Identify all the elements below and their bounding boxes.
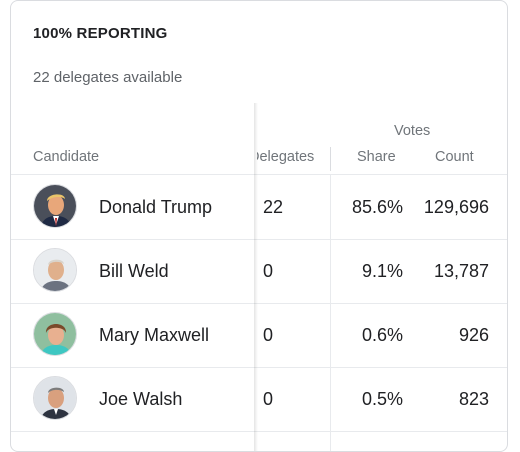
results-table[interactable]: Votes Candidate Delegates Share Count Do…: [11, 103, 507, 451]
header-divider: [330, 147, 331, 171]
count-value: 13,787: [433, 261, 489, 281]
delegates-available: 22 delegates available: [33, 69, 183, 86]
table-row[interactable]: Mary Maxwell 0 0.6% 926: [11, 303, 507, 367]
table-row[interactable]: Joe Walsh 0 0.5% 823: [11, 367, 507, 431]
share-value: 9.1%: [361, 261, 403, 281]
table-row[interactable]: Donald Trump 22 85.6% 129,696: [11, 175, 507, 239]
delegates-column-label: Delegates: [257, 149, 315, 165]
share-column-header[interactable]: Share: [357, 149, 396, 165]
candidate-photo-avatar: [33, 376, 77, 420]
count-value: 926: [458, 325, 489, 345]
count-value: 129,696: [423, 197, 489, 217]
candidate-column-header[interactable]: Candidate: [33, 149, 99, 165]
delegates-value: 0: [263, 325, 274, 345]
share-value: 0.6%: [361, 325, 403, 345]
results-card: 100% REPORTING 22 delegates available Vo…: [10, 0, 508, 452]
delegates-column-header[interactable]: Delegates: [257, 149, 335, 165]
candidate-name: Donald Trump: [99, 197, 213, 217]
delegates-value: 22: [263, 197, 284, 217]
count-value: 823: [458, 389, 489, 409]
delegates-value: 0: [263, 389, 274, 409]
votes-column-group-header: Votes: [394, 123, 431, 139]
candidate-photo-avatar: [33, 184, 77, 228]
frozen-column-shadow: [254, 103, 258, 451]
share-value: 0.5%: [361, 389, 403, 409]
candidate-name: Joe Walsh: [99, 389, 183, 409]
candidate-photo-avatar: [33, 248, 77, 292]
candidate-name: Mary Maxwell: [99, 325, 210, 345]
candidate-name: Bill Weld: [99, 261, 169, 281]
candidate-photo-avatar: [33, 312, 77, 356]
count-column-header[interactable]: Count: [435, 149, 474, 165]
share-value: 85.6%: [351, 197, 403, 217]
delegates-value: 0: [263, 261, 274, 281]
reporting-status: 100% REPORTING: [33, 25, 168, 42]
row-divider: [11, 431, 507, 432]
table-row[interactable]: Bill Weld 0 9.1% 13,787: [11, 239, 507, 303]
